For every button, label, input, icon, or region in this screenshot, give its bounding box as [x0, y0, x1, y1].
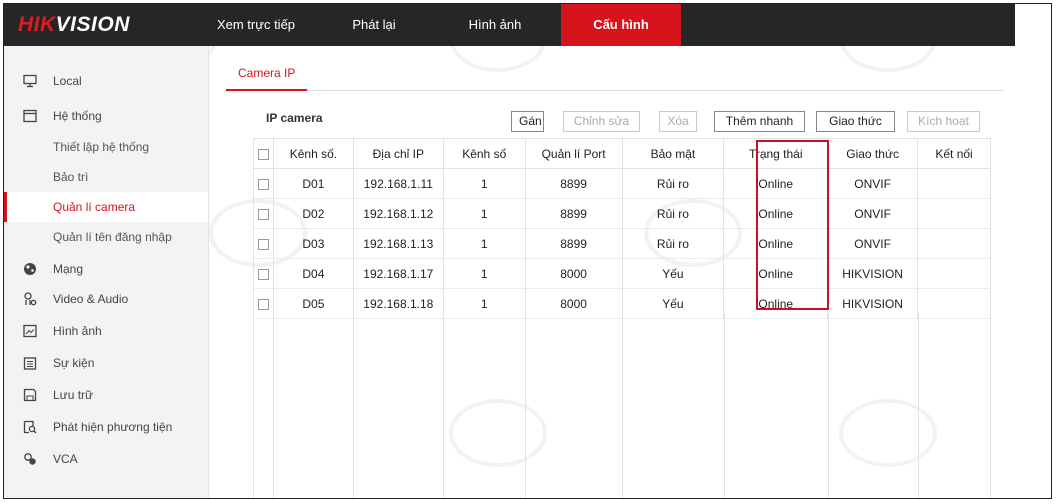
storage-icon: [23, 388, 37, 402]
connection-cell[interactable]: [917, 228, 991, 259]
table-header-row: Kênh số. Địa chỉ IP Kênh số Quản lí Port…: [253, 138, 991, 169]
channel-number-cell: 1: [442, 228, 526, 259]
sidebar-item-vehicle-detection[interactable]: Phát hiện phương tiện: [4, 412, 208, 442]
connection-cell[interactable]: [917, 168, 991, 199]
table-empty-area: [253, 313, 991, 498]
event-icon: [23, 357, 37, 370]
channel-cell: D03: [272, 228, 354, 259]
select-all-checkbox[interactable]: [253, 138, 274, 169]
sidebar-item-system-settings[interactable]: Thiết lập hệ thống: [4, 132, 208, 162]
channel-cell: D04: [272, 258, 354, 289]
monitor-icon: [23, 74, 37, 88]
table-row[interactable]: D04 192.168.1.17 1 8000 Yếu Online HIKVI…: [253, 258, 991, 289]
protocol-cell: ONVIF: [827, 198, 919, 229]
channel-cell: D02: [272, 198, 354, 229]
channel-cell: D01: [272, 168, 354, 199]
port-cell: 8899: [524, 168, 623, 199]
ip-camera-table: Kênh số. Địa chỉ IP Kênh số Quản lí Port…: [253, 138, 991, 319]
row-checkbox[interactable]: [253, 198, 274, 229]
column-header[interactable]: Kênh số: [442, 138, 526, 169]
column-header[interactable]: Kết nối: [917, 138, 991, 169]
column-header[interactable]: Bảo mật: [621, 138, 725, 169]
sidebar-item-maintenance[interactable]: Bảo trì: [4, 162, 208, 192]
activate-button[interactable]: Kích hoạt: [907, 111, 980, 132]
ip-address-cell: 192.168.1.13: [352, 228, 444, 259]
sidebar-item-video-audio[interactable]: Video & Audio: [4, 284, 208, 314]
tab-camera-ip[interactable]: Camera IP: [226, 62, 308, 91]
sidebar-item-local[interactable]: Local: [4, 66, 208, 96]
app-window: HIKVISION Xem trực tiếp Phát lại Hình ản…: [3, 3, 1052, 499]
ip-address-cell: 192.168.1.11: [352, 168, 444, 199]
vca-icon: [24, 453, 36, 465]
status-column-highlight: [756, 140, 829, 310]
column-header[interactable]: Kênh số.: [272, 138, 354, 169]
nav-configuration[interactable]: Cấu hình: [561, 4, 681, 46]
vehicle-detection-icon: [23, 420, 37, 434]
sidebar-item-system[interactable]: Hệ thống: [4, 101, 208, 131]
sidebar: Local Hệ thống Thiết lập hệ thống Bảo tr…: [4, 46, 209, 498]
system-icon: [23, 109, 37, 123]
assign-button[interactable]: Gán: [511, 111, 544, 132]
protocol-cell: ONVIF: [827, 168, 919, 199]
row-checkbox[interactable]: [253, 228, 274, 259]
table-row[interactable]: D02 192.168.1.12 1 8899 Rủi ro Online ON…: [253, 198, 991, 229]
network-icon: [24, 263, 36, 275]
column-header[interactable]: Địa chỉ IP: [352, 138, 444, 169]
protocol-cell: ONVIF: [827, 228, 919, 259]
connection-cell[interactable]: [917, 258, 991, 289]
image-icon: [23, 324, 37, 338]
table-row[interactable]: D01 192.168.1.11 1 8899 Rủi ro Online ON…: [253, 168, 991, 199]
sidebar-item-storage[interactable]: Lưu trữ: [4, 380, 208, 410]
sidebar-item-network[interactable]: Mạng: [4, 254, 208, 284]
ip-address-cell: 192.168.1.17: [352, 258, 444, 289]
nav-picture[interactable]: Hình ảnh: [460, 4, 530, 46]
column-header[interactable]: Quản lí Port: [524, 138, 623, 169]
security-cell: Rủi ro: [621, 168, 725, 199]
column-header[interactable]: Giao thức: [827, 138, 919, 169]
hikvision-logo[interactable]: HIKVISION: [18, 13, 130, 37]
sidebar-item-user-management[interactable]: Quản lí tên đăng nhập: [4, 222, 208, 252]
sidebar-item-camera-management[interactable]: Quản lí camera: [4, 192, 208, 222]
row-checkbox[interactable]: [253, 258, 274, 289]
protocol-cell: HIKVISION: [827, 258, 919, 289]
nav-playback[interactable]: Phát lại: [344, 4, 404, 46]
ip-address-cell: 192.168.1.12: [352, 198, 444, 229]
tab-bar: Camera IP: [226, 62, 1004, 91]
video-audio-icon: [24, 292, 37, 306]
row-checkbox[interactable]: [253, 168, 274, 199]
sidebar-item-image[interactable]: Hình ảnh: [4, 316, 208, 346]
panel-title: IP camera: [266, 111, 323, 125]
delete-button[interactable]: Xóa: [659, 111, 697, 132]
quick-add-button[interactable]: Thêm nhanh: [714, 111, 805, 132]
nav-live-view[interactable]: Xem trực tiếp: [216, 4, 296, 46]
sidebar-item-event[interactable]: Sự kiện: [4, 348, 208, 378]
port-cell: 8000: [524, 258, 623, 289]
security-cell: Yếu: [621, 258, 725, 289]
sidebar-item-vca[interactable]: VCA: [4, 444, 208, 474]
security-cell: Rủi ro: [621, 228, 725, 259]
protocol-button[interactable]: Giao thức: [816, 111, 895, 132]
channel-number-cell: 1: [442, 258, 526, 289]
edit-button[interactable]: Chỉnh sửa: [563, 111, 640, 132]
security-cell: Rủi ro: [621, 198, 725, 229]
connection-cell[interactable]: [917, 198, 991, 229]
channel-number-cell: 1: [442, 198, 526, 229]
channel-number-cell: 1: [442, 168, 526, 199]
port-cell: 8899: [524, 198, 623, 229]
port-cell: 8899: [524, 228, 623, 259]
table-row[interactable]: D03 192.168.1.13 1 8899 Rủi ro Online ON…: [253, 228, 991, 259]
top-navigation-bar: HIKVISION Xem trực tiếp Phát lại Hình ản…: [4, 4, 1015, 46]
